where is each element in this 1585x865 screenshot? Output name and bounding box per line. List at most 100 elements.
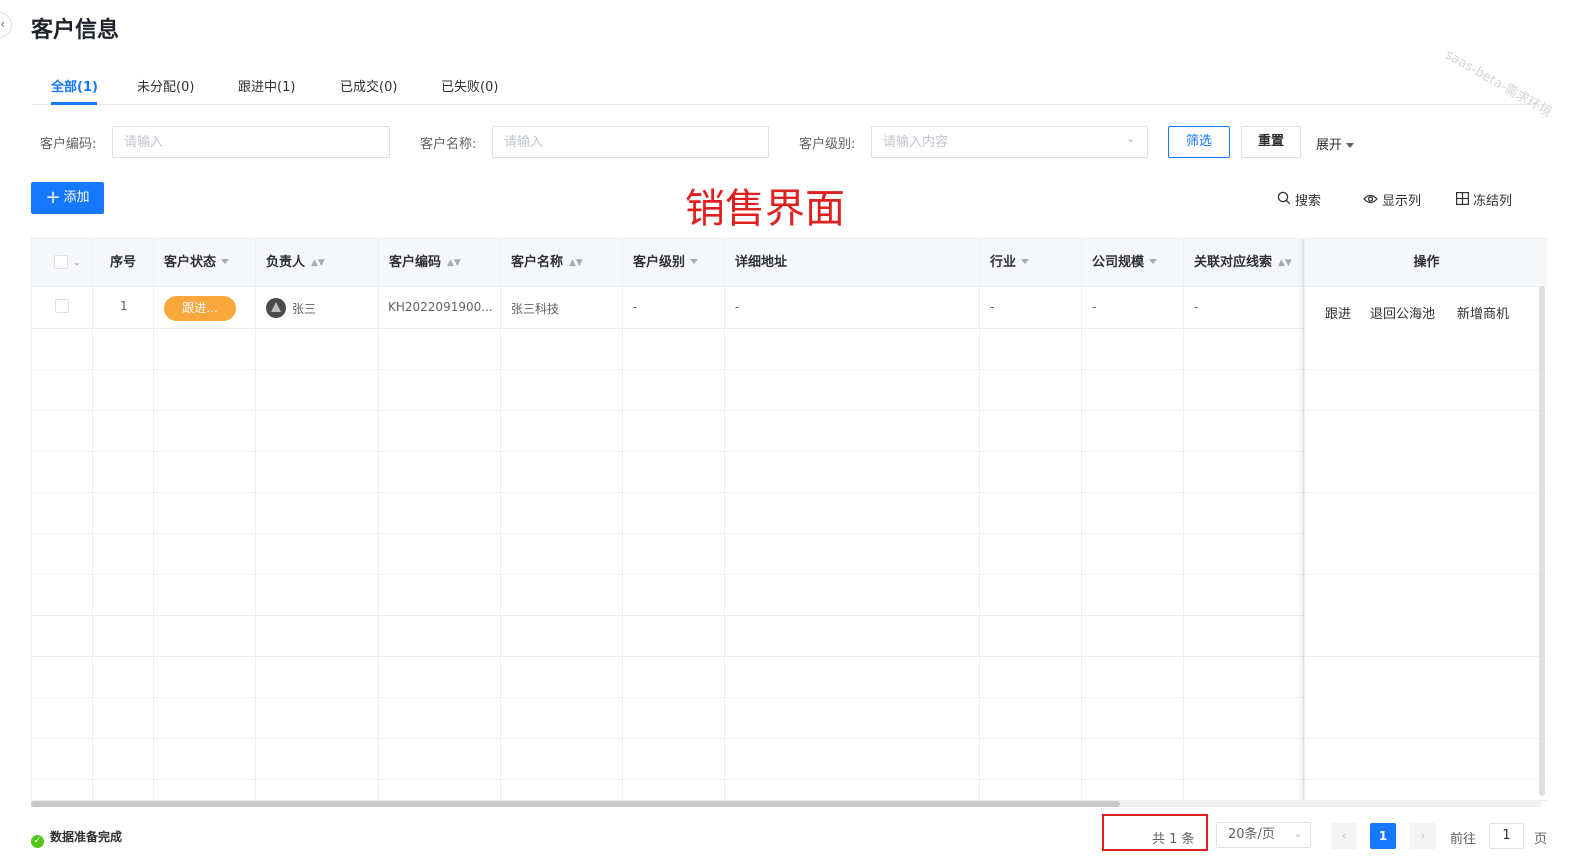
column-code[interactable]: 客户编码 ▲▼ [379, 239, 501, 287]
filter-caret-icon[interactable] [1021, 259, 1030, 264]
column-level[interactable]: 客户级别 [623, 239, 725, 287]
grid-row-line [32, 328, 1304, 329]
column-name[interactable]: 客户名称 ▲▼ [501, 239, 623, 287]
grid-row-line [32, 533, 1304, 534]
sort-icon[interactable]: ▲▼ [447, 239, 461, 287]
grid-column-line [154, 287, 256, 800]
sort-icon[interactable]: ▲▼ [311, 239, 325, 287]
company-scale: - [1092, 300, 1097, 314]
tab-all[interactable]: 全部(1) [51, 76, 98, 95]
select-all-checkbox[interactable] [54, 255, 68, 269]
column-clue-label: 关联对应线索 [1194, 255, 1273, 270]
grid-row-line [32, 369, 1304, 370]
operations-column: 操作 跟进 退回公海池 新增商机 [1304, 239, 1547, 800]
tab-following[interactable]: 跟进中(1) [238, 76, 295, 95]
sort-icon[interactable]: ▲▼ [1278, 239, 1292, 287]
grid-row-line [32, 451, 1304, 452]
column-owner[interactable]: 负责人 ▲▼ [256, 239, 379, 287]
page-size-value: 20条/页 [1228, 827, 1275, 842]
chevron-down-icon[interactable]: ⌄ [73, 239, 81, 287]
tab-closed-won[interactable]: 已成交(0) [340, 76, 397, 95]
column-owner-label: 负责人 [266, 255, 306, 270]
tab-failed[interactable]: 已失败(0) [441, 76, 498, 95]
grid-column-line [725, 287, 980, 800]
filter-caret-icon[interactable] [221, 259, 230, 264]
customer-name: 张三科技 [511, 302, 560, 316]
data-ready-status: ✓ 数据准备完成 [31, 828, 122, 848]
filter-caret-icon[interactable] [690, 259, 699, 264]
annotation-text: 销售界面 [685, 186, 845, 232]
grid-column-line [501, 287, 623, 800]
column-address: 详细地址 [725, 239, 980, 287]
customer-industry: - [990, 300, 995, 314]
return-to-pool-link[interactable]: 退回公海池 [1370, 303, 1435, 322]
page-number-button[interactable]: 1 [1370, 823, 1396, 849]
grid-row-line [32, 656, 1304, 657]
grid-row-line [1305, 574, 1547, 575]
column-status[interactable]: 客户状态 [154, 239, 256, 287]
search-icon [1277, 191, 1291, 209]
back-button[interactable]: ‹ [0, 12, 12, 38]
check-circle-icon: ✓ [31, 835, 44, 848]
chevron-down-icon: ⌄ [1293, 829, 1302, 840]
prev-page-button[interactable]: ‹ [1331, 823, 1357, 849]
column-status-label: 客户状态 [164, 255, 217, 270]
column-scale[interactable]: 公司规模 [1082, 239, 1184, 287]
grid-row-line [1305, 656, 1547, 657]
grid-column-line [379, 287, 501, 800]
freeze-columns-tool[interactable]: 冻结列 [1456, 190, 1512, 209]
column-clue[interactable]: 关联对应线索 ▲▼ [1184, 239, 1304, 287]
select-all-cell: ⌄ [32, 239, 93, 287]
grid-row-line [1305, 492, 1547, 493]
grid-row-line [1305, 738, 1547, 739]
row-index: 1 [120, 299, 128, 313]
customer-level: - [633, 300, 638, 314]
expand-filters-toggle[interactable]: 展开 [1316, 134, 1355, 153]
grid-column-line [1184, 287, 1304, 800]
search-tool[interactable]: 搜索 [1277, 190, 1321, 209]
column-name-label: 客户名称 [511, 255, 564, 270]
chevron-right-icon: › [1420, 829, 1426, 843]
status-badge: 跟进... [164, 296, 236, 321]
goto-page-input[interactable]: 1 [1489, 823, 1524, 849]
page-size-select[interactable]: 20条/页 ⌄ [1216, 822, 1311, 848]
add-label: 添加 [63, 190, 90, 205]
customer-level-label: 客户级别: [799, 137, 856, 152]
grid-column-line [256, 287, 379, 800]
chevron-down-icon: ⌄ [1126, 132, 1136, 145]
grid-column-line [623, 287, 725, 800]
goto-suffix: 页 [1534, 832, 1548, 847]
grid-column-line [980, 287, 1082, 800]
add-customer-button[interactable]: + 添加 [31, 182, 104, 214]
tab-unassigned[interactable]: 未分配(0) [137, 76, 194, 95]
filter-caret-icon[interactable] [1149, 259, 1158, 264]
sort-icon[interactable]: ▲▼ [569, 239, 583, 287]
grid-icon [1456, 192, 1470, 209]
page-title: 客户信息 [31, 18, 120, 43]
reset-button[interactable]: 重置 [1241, 126, 1301, 158]
grid-row-line [1305, 779, 1547, 780]
show-columns-tool[interactable]: 显示列 [1363, 190, 1421, 209]
customer-address: - [735, 300, 740, 314]
filter-button[interactable]: 筛选 [1168, 126, 1230, 158]
grid-row-line [32, 410, 1304, 411]
customer-name-input[interactable] [492, 126, 769, 158]
customer-table: ⌄ 序号 客户状态 负责人 ▲▼ 客户编码 ▲▼ 客户名称 ▲▼ 客户级别 详细地址 … [31, 238, 1547, 801]
customer-code-label: 客户编码: [40, 137, 97, 152]
column-scale-label: 公司规模 [1092, 255, 1145, 270]
data-ready-label: 数据准备完成 [50, 830, 123, 844]
add-opportunity-link[interactable]: 新增商机 [1457, 303, 1509, 322]
horizontal-scroll-thumb[interactable] [31, 801, 1120, 807]
follow-up-link[interactable]: 跟进 [1325, 303, 1351, 322]
next-page-button[interactable]: › [1410, 823, 1436, 849]
column-industry[interactable]: 行业 [980, 239, 1082, 287]
row-checkbox[interactable] [55, 299, 69, 313]
column-level-label: 客户级别 [633, 255, 686, 270]
eye-icon [1363, 193, 1378, 209]
customer-code-input[interactable] [112, 126, 390, 158]
column-index: 序号 [93, 239, 154, 287]
customer-level-select[interactable] [871, 126, 1148, 158]
vertical-scrollbar[interactable] [1539, 286, 1545, 796]
chevron-left-icon: ‹ [0, 17, 5, 31]
total-count: 共 1 条 [1152, 832, 1195, 847]
